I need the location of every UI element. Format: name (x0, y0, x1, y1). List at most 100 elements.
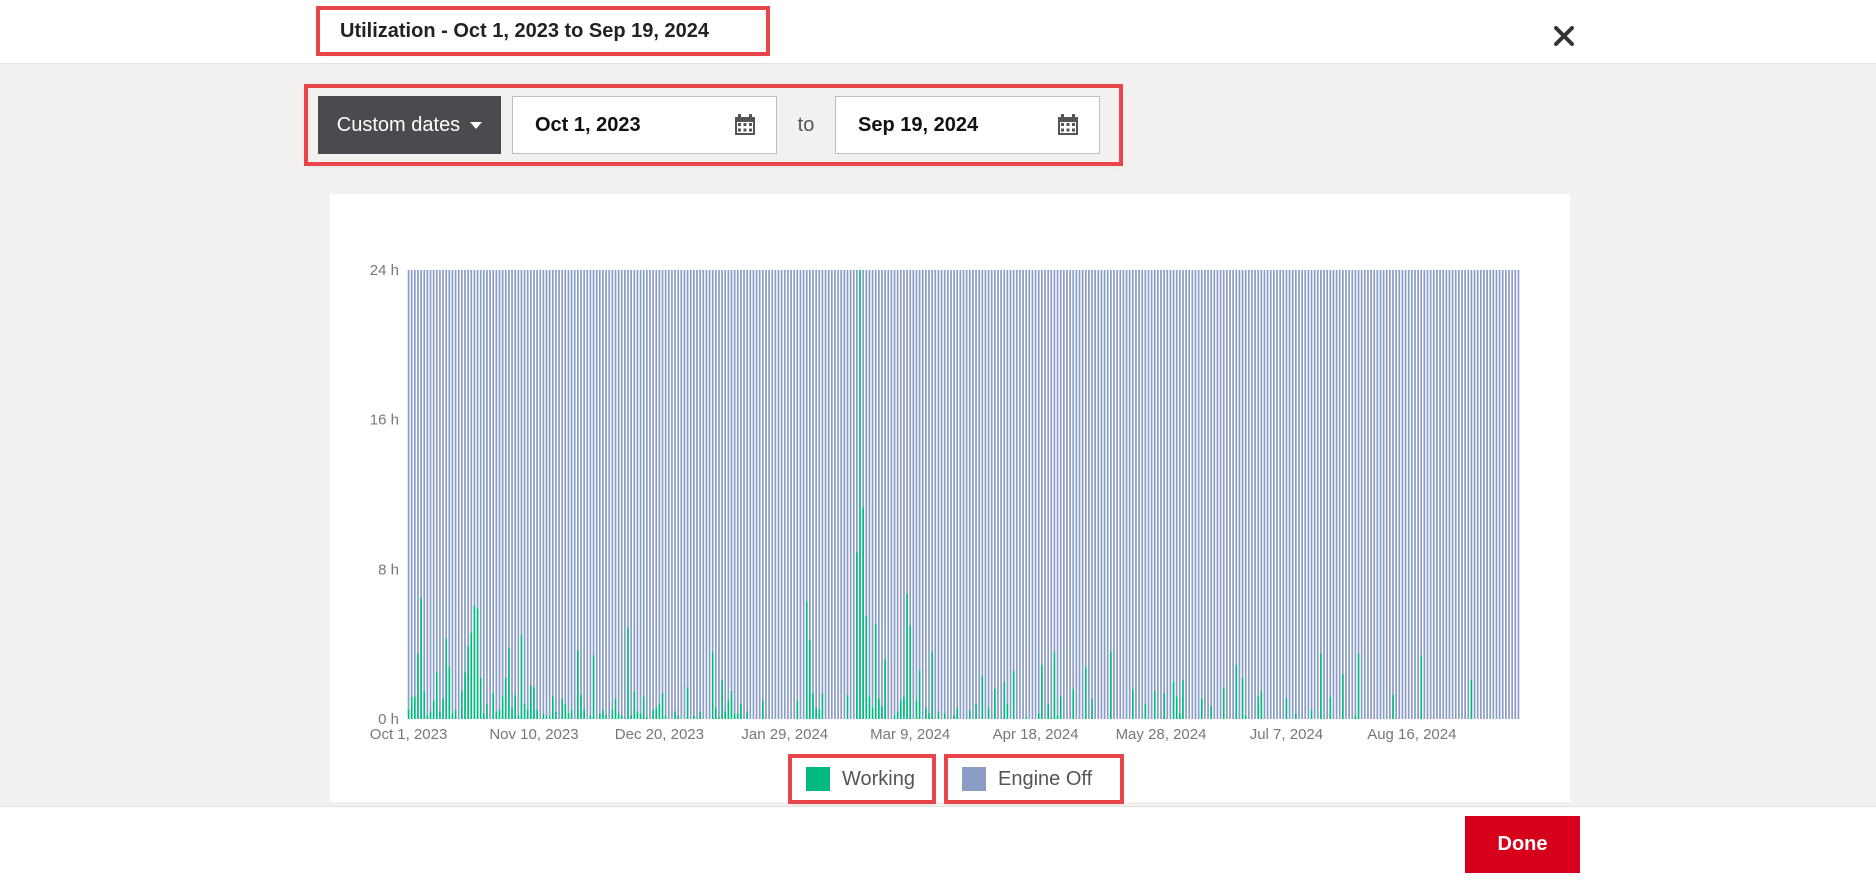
bar-engine-off (1150, 270, 1153, 719)
bar-working (476, 608, 479, 719)
bar-working (674, 711, 676, 719)
bar-working (464, 672, 466, 719)
bar-working (526, 709, 529, 719)
start-date-input[interactable] (533, 112, 717, 138)
end-date-field[interactable] (835, 96, 1100, 154)
bar-engine-off (1247, 270, 1250, 719)
bar-engine-off (655, 270, 658, 708)
bar-engine-off (1279, 270, 1282, 719)
bar-engine-off (968, 270, 971, 710)
bar-engine-off (1420, 270, 1423, 656)
bar-engine-off (426, 270, 429, 716)
bar-engine-off (1081, 270, 1084, 719)
bar-engine-off (928, 270, 930, 714)
y-tick-label: 16 h (370, 412, 399, 429)
bar-working (1153, 690, 1156, 719)
bar-engine-off (1323, 270, 1325, 719)
bar-engine-off (940, 270, 943, 719)
bar-engine-off (1022, 270, 1024, 719)
bar-working (1163, 692, 1166, 719)
x-tick-label: Mar 9, 2024 (870, 726, 950, 743)
bar-working (445, 638, 448, 719)
bar-engine-off (959, 270, 962, 719)
bar-engine-off (461, 270, 463, 691)
bar-working (975, 704, 977, 719)
bar-engine-off (683, 270, 686, 719)
bar-working (630, 715, 633, 719)
bar-working (620, 715, 623, 719)
bar-working (868, 696, 871, 719)
bar-working (420, 597, 422, 719)
bar-working (937, 711, 940, 719)
end-date-input[interactable] (856, 112, 1040, 138)
calendar-icon[interactable] (1057, 114, 1079, 136)
bar-engine-off (1069, 270, 1071, 719)
bar-engine-off (834, 270, 836, 719)
start-date-field[interactable] (512, 96, 777, 154)
bar-engine-off (852, 270, 855, 719)
bar-working (693, 715, 695, 719)
bar-engine-off (1307, 270, 1310, 719)
bar-engine-off (630, 270, 633, 716)
bar-engine-off (413, 270, 416, 697)
bar-engine-off (708, 270, 711, 719)
bar-engine-off (815, 270, 818, 708)
calendar-icon[interactable] (734, 114, 756, 136)
bar-engine-off (1345, 270, 1347, 719)
bar-engine-off (470, 270, 473, 633)
close-button[interactable] (1546, 18, 1582, 54)
bar-engine-off (846, 270, 849, 695)
bar-engine-off (649, 270, 651, 719)
legend-swatch-working (806, 767, 830, 791)
bar-engine-off (645, 270, 648, 718)
bar-engine-off (1037, 270, 1040, 714)
bar-engine-off (642, 270, 645, 697)
legend-item-engine-off[interactable]: Engine Off (944, 754, 1124, 804)
bar-engine-off (1379, 270, 1382, 719)
bar-engine-off (1238, 270, 1241, 719)
date-range-label: Custom dates (336, 113, 461, 136)
bar-working (893, 715, 896, 719)
bar-engine-off (1047, 270, 1050, 705)
bar-engine-off (570, 270, 573, 710)
legend-item-working[interactable]: Working (788, 754, 936, 804)
bar-engine-off (1495, 270, 1498, 719)
bar-engine-off (1470, 270, 1473, 680)
bar-engine-off (796, 270, 799, 701)
bar-engine-off (1445, 270, 1448, 719)
bar-engine-off (674, 270, 676, 712)
bar-engine-off (925, 270, 927, 708)
bar-working (627, 627, 629, 719)
bar-engine-off (890, 270, 893, 719)
bar-working (470, 632, 473, 719)
bar-engine-off (953, 270, 955, 716)
bar-working (677, 715, 680, 719)
bar-working (1084, 666, 1087, 719)
bar-engine-off (1019, 270, 1021, 719)
bar-engine-off (727, 270, 730, 701)
bar-engine-off (661, 270, 664, 693)
bar-working (711, 651, 714, 719)
bar-engine-off (448, 270, 451, 667)
date-range-dropdown[interactable]: Custom dates (318, 96, 501, 154)
bar-working (981, 675, 984, 719)
bar-engine-off (868, 270, 871, 697)
bar-engine-off (1354, 270, 1357, 716)
bar-engine-off (1097, 270, 1100, 719)
bar-working (567, 713, 570, 719)
bar-engine-off (1285, 270, 1288, 699)
bar-engine-off (1213, 270, 1216, 719)
bar-working (545, 715, 548, 719)
bar-working (548, 717, 551, 719)
bar-engine-off (1116, 270, 1118, 719)
bar-engine-off (843, 270, 846, 719)
done-button[interactable]: Done (1465, 816, 1580, 873)
bar-working (617, 713, 620, 719)
bar-engine-off (1251, 270, 1253, 719)
bar-engine-off (583, 270, 586, 710)
bar-working (570, 709, 573, 719)
bar-engine-off (705, 270, 708, 719)
bar-engine-off (1454, 270, 1457, 719)
bar-working (561, 698, 564, 719)
bar-engine-off (495, 270, 498, 712)
